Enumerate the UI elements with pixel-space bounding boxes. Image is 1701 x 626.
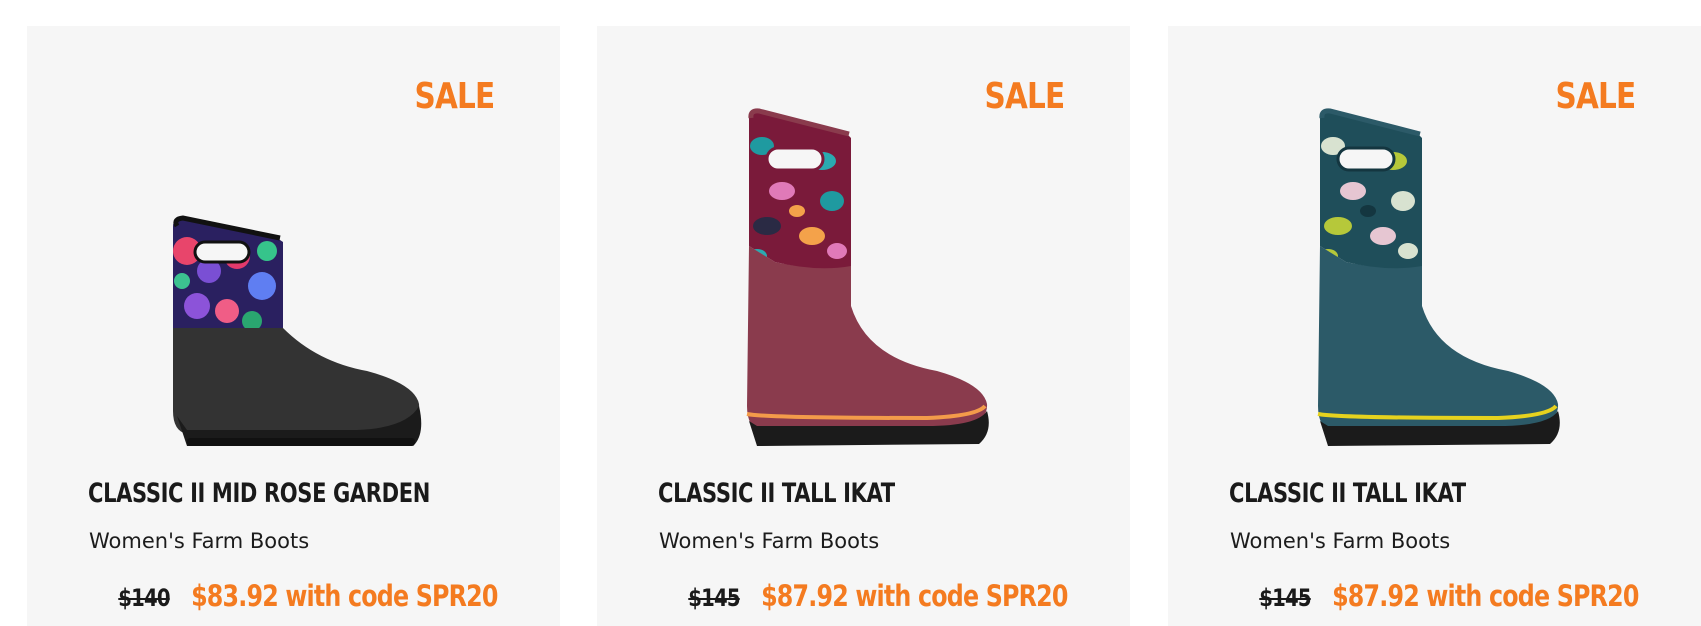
product-image[interactable] [27,66,560,456]
price-row: $145 $87.92 with code SPR20 [1259,579,1640,613]
boot-tall-ikat-burgundy-icon [746,108,989,446]
product-title[interactable]: CLASSIC II MID ROSE GARDEN [88,478,430,509]
price-row: $145 $87.92 with code SPR20 [688,579,1069,613]
product-title[interactable]: CLASSIC II TALL IKAT [658,478,895,509]
original-price: $145 [1259,584,1312,612]
sale-price: $87.92 with code SPR20 [761,579,1068,613]
product-category: Women's Farm Boots [89,529,310,553]
product-card[interactable]: SALE [1168,26,1701,626]
product-image[interactable] [1168,66,1701,456]
price-row: $140 $83.92 with code SPR20 [118,579,499,613]
original-price: $145 [688,584,741,612]
product-category: Women's Farm Boots [659,529,880,553]
boot-tall-ikat-teal-icon [1317,108,1560,446]
sale-price: $87.92 with code SPR20 [1332,579,1639,613]
product-grid: SALE CLASSIC II MID ROSE GARDEN Women's … [0,0,1701,626]
product-card[interactable]: SALE [597,26,1130,626]
product-category: Women's Farm Boots [1230,529,1451,553]
product-title[interactable]: CLASSIC II TALL IKAT [1229,478,1466,509]
boot-mid-rose-garden-icon [173,215,422,446]
sale-price: $83.92 with code SPR20 [191,579,498,613]
original-price: $140 [118,584,171,612]
product-image[interactable] [597,66,1130,456]
product-card[interactable]: SALE [27,26,560,626]
